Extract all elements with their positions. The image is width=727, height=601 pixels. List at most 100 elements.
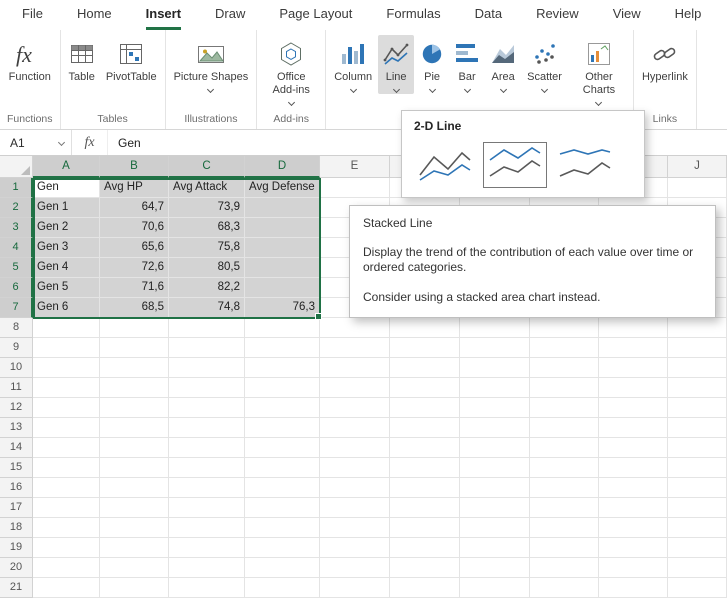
cell-A10[interactable] bbox=[33, 358, 100, 378]
cell-I12[interactable] bbox=[599, 398, 668, 418]
cell-E8[interactable] bbox=[320, 318, 390, 338]
cell-J10[interactable] bbox=[668, 358, 727, 378]
cell-A15[interactable] bbox=[33, 458, 100, 478]
cell-G18[interactable] bbox=[460, 518, 530, 538]
cell-J12[interactable] bbox=[668, 398, 727, 418]
cell-J20[interactable] bbox=[668, 558, 727, 578]
pivottable-button[interactable]: PivotTable bbox=[101, 35, 162, 86]
cell-D18[interactable] bbox=[245, 518, 320, 538]
cell-G19[interactable] bbox=[460, 538, 530, 558]
cell-C6[interactable]: 82,2 bbox=[169, 278, 245, 298]
cell-C13[interactable] bbox=[169, 418, 245, 438]
cell-F13[interactable] bbox=[390, 418, 460, 438]
cell-J16[interactable] bbox=[668, 478, 727, 498]
cell-A19[interactable] bbox=[33, 538, 100, 558]
cell-A3[interactable]: Gen 2 bbox=[33, 218, 100, 238]
cell-B20[interactable] bbox=[100, 558, 169, 578]
cell-J8[interactable] bbox=[668, 318, 727, 338]
cell-C7[interactable]: 74,8 bbox=[169, 298, 245, 318]
column-header-J[interactable]: J bbox=[668, 156, 727, 178]
cell-E12[interactable] bbox=[320, 398, 390, 418]
cell-G14[interactable] bbox=[460, 438, 530, 458]
row-header-2[interactable]: 2 bbox=[0, 198, 33, 218]
cell-H21[interactable] bbox=[530, 578, 599, 598]
row-header-3[interactable]: 3 bbox=[0, 218, 33, 238]
cell-J15[interactable] bbox=[668, 458, 727, 478]
row-header-9[interactable]: 9 bbox=[0, 338, 33, 358]
cell-F9[interactable] bbox=[390, 338, 460, 358]
cell-H16[interactable] bbox=[530, 478, 599, 498]
cell-J21[interactable] bbox=[668, 578, 727, 598]
cell-C18[interactable] bbox=[169, 518, 245, 538]
row-header-8[interactable]: 8 bbox=[0, 318, 33, 338]
cell-E1[interactable] bbox=[320, 178, 390, 198]
cell-B15[interactable] bbox=[100, 458, 169, 478]
row-header-17[interactable]: 17 bbox=[0, 498, 33, 518]
cell-B2[interactable]: 64,7 bbox=[100, 198, 169, 218]
cell-A4[interactable]: Gen 3 bbox=[33, 238, 100, 258]
tab-help[interactable]: Help bbox=[675, 0, 702, 30]
cell-I16[interactable] bbox=[599, 478, 668, 498]
cell-I15[interactable] bbox=[599, 458, 668, 478]
cell-H12[interactable] bbox=[530, 398, 599, 418]
cell-C16[interactable] bbox=[169, 478, 245, 498]
cell-F20[interactable] bbox=[390, 558, 460, 578]
cell-B16[interactable] bbox=[100, 478, 169, 498]
cell-B4[interactable]: 65,6 bbox=[100, 238, 169, 258]
cell-C2[interactable]: 73,9 bbox=[169, 198, 245, 218]
cell-A7[interactable]: Gen 6 bbox=[33, 298, 100, 318]
cell-D21[interactable] bbox=[245, 578, 320, 598]
cell-J19[interactable] bbox=[668, 538, 727, 558]
cell-G13[interactable] bbox=[460, 418, 530, 438]
cell-H19[interactable] bbox=[530, 538, 599, 558]
row-header-10[interactable]: 10 bbox=[0, 358, 33, 378]
cell-F15[interactable] bbox=[390, 458, 460, 478]
cell-C17[interactable] bbox=[169, 498, 245, 518]
cell-H11[interactable] bbox=[530, 378, 599, 398]
function-button[interactable]: fx Function bbox=[4, 35, 56, 86]
cell-H20[interactable] bbox=[530, 558, 599, 578]
row-header-18[interactable]: 18 bbox=[0, 518, 33, 538]
cell-A11[interactable] bbox=[33, 378, 100, 398]
cell-A17[interactable] bbox=[33, 498, 100, 518]
cell-B9[interactable] bbox=[100, 338, 169, 358]
cell-D19[interactable] bbox=[245, 538, 320, 558]
cell-C11[interactable] bbox=[169, 378, 245, 398]
cell-D10[interactable] bbox=[245, 358, 320, 378]
cell-C21[interactable] bbox=[169, 578, 245, 598]
area-chart-button[interactable]: Area bbox=[485, 35, 521, 94]
cell-C5[interactable]: 80,5 bbox=[169, 258, 245, 278]
cell-D12[interactable] bbox=[245, 398, 320, 418]
cell-G11[interactable] bbox=[460, 378, 530, 398]
row-header-21[interactable]: 21 bbox=[0, 578, 33, 598]
column-header-C[interactable]: C bbox=[169, 156, 245, 178]
cell-E20[interactable] bbox=[320, 558, 390, 578]
row-header-20[interactable]: 20 bbox=[0, 558, 33, 578]
cell-F8[interactable] bbox=[390, 318, 460, 338]
name-box[interactable]: A1 bbox=[0, 130, 72, 155]
cell-E16[interactable] bbox=[320, 478, 390, 498]
cell-C15[interactable] bbox=[169, 458, 245, 478]
cell-J17[interactable] bbox=[668, 498, 727, 518]
cell-I9[interactable] bbox=[599, 338, 668, 358]
scatter-chart-button[interactable]: Scatter bbox=[522, 35, 567, 94]
row-header-1[interactable]: 1 bbox=[0, 178, 33, 198]
column-header-E[interactable]: E bbox=[320, 156, 390, 178]
tab-draw[interactable]: Draw bbox=[215, 0, 245, 30]
cell-J13[interactable] bbox=[668, 418, 727, 438]
office-addins-button[interactable]: Office Add-ins bbox=[260, 35, 322, 107]
column-header-A[interactable]: A bbox=[33, 156, 100, 178]
cell-E15[interactable] bbox=[320, 458, 390, 478]
column-chart-button[interactable]: Column bbox=[329, 35, 377, 94]
cell-F18[interactable] bbox=[390, 518, 460, 538]
cell-E21[interactable] bbox=[320, 578, 390, 598]
cell-A13[interactable] bbox=[33, 418, 100, 438]
cell-H13[interactable] bbox=[530, 418, 599, 438]
cell-B17[interactable] bbox=[100, 498, 169, 518]
cell-I10[interactable] bbox=[599, 358, 668, 378]
pie-chart-button[interactable]: Pie bbox=[415, 35, 449, 94]
tab-home[interactable]: Home bbox=[77, 0, 112, 30]
cell-H18[interactable] bbox=[530, 518, 599, 538]
tab-data[interactable]: Data bbox=[475, 0, 502, 30]
cell-B21[interactable] bbox=[100, 578, 169, 598]
